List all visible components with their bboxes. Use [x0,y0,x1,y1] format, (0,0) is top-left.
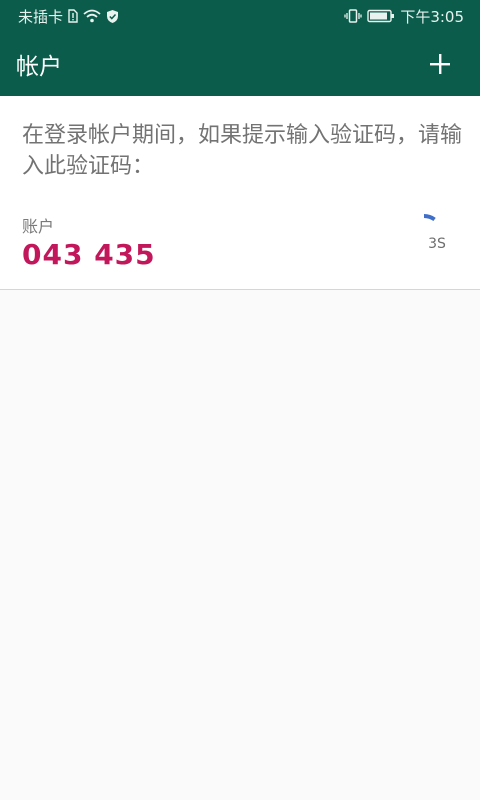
countdown-arc-icon [423,214,436,222]
page-title: 帐户 [16,54,62,80]
add-account-button[interactable] [424,48,456,80]
vibrate-icon [344,9,362,23]
plus-icon [430,54,450,74]
status-bar: 未插卡 下午3:05 [0,0,480,32]
clock-text: 下午3:05 [400,7,464,26]
countdown-text: 3S [428,236,446,252]
countdown-timer: 3S [414,212,460,262]
battery-icon [367,9,395,23]
verification-code[interactable]: 043 435 [22,238,156,271]
wifi-icon [83,9,101,23]
account-card[interactable]: 在登录帐户期间，如果提示输入验证码，请输入此验证码： 账户 043 435 3S [0,96,480,290]
app-bar: 帐户 [0,32,480,96]
status-bar-left: 未插卡 [18,6,119,27]
shield-icon [106,9,119,24]
status-bar-right: 下午3:05 [344,6,464,27]
sim-alert-icon [68,9,78,23]
instruction-text: 在登录帐户期间，如果提示输入验证码，请输入此验证码： [22,123,463,179]
account-label: 账户 [22,217,55,236]
carrier-text: 未插卡 [18,7,64,26]
